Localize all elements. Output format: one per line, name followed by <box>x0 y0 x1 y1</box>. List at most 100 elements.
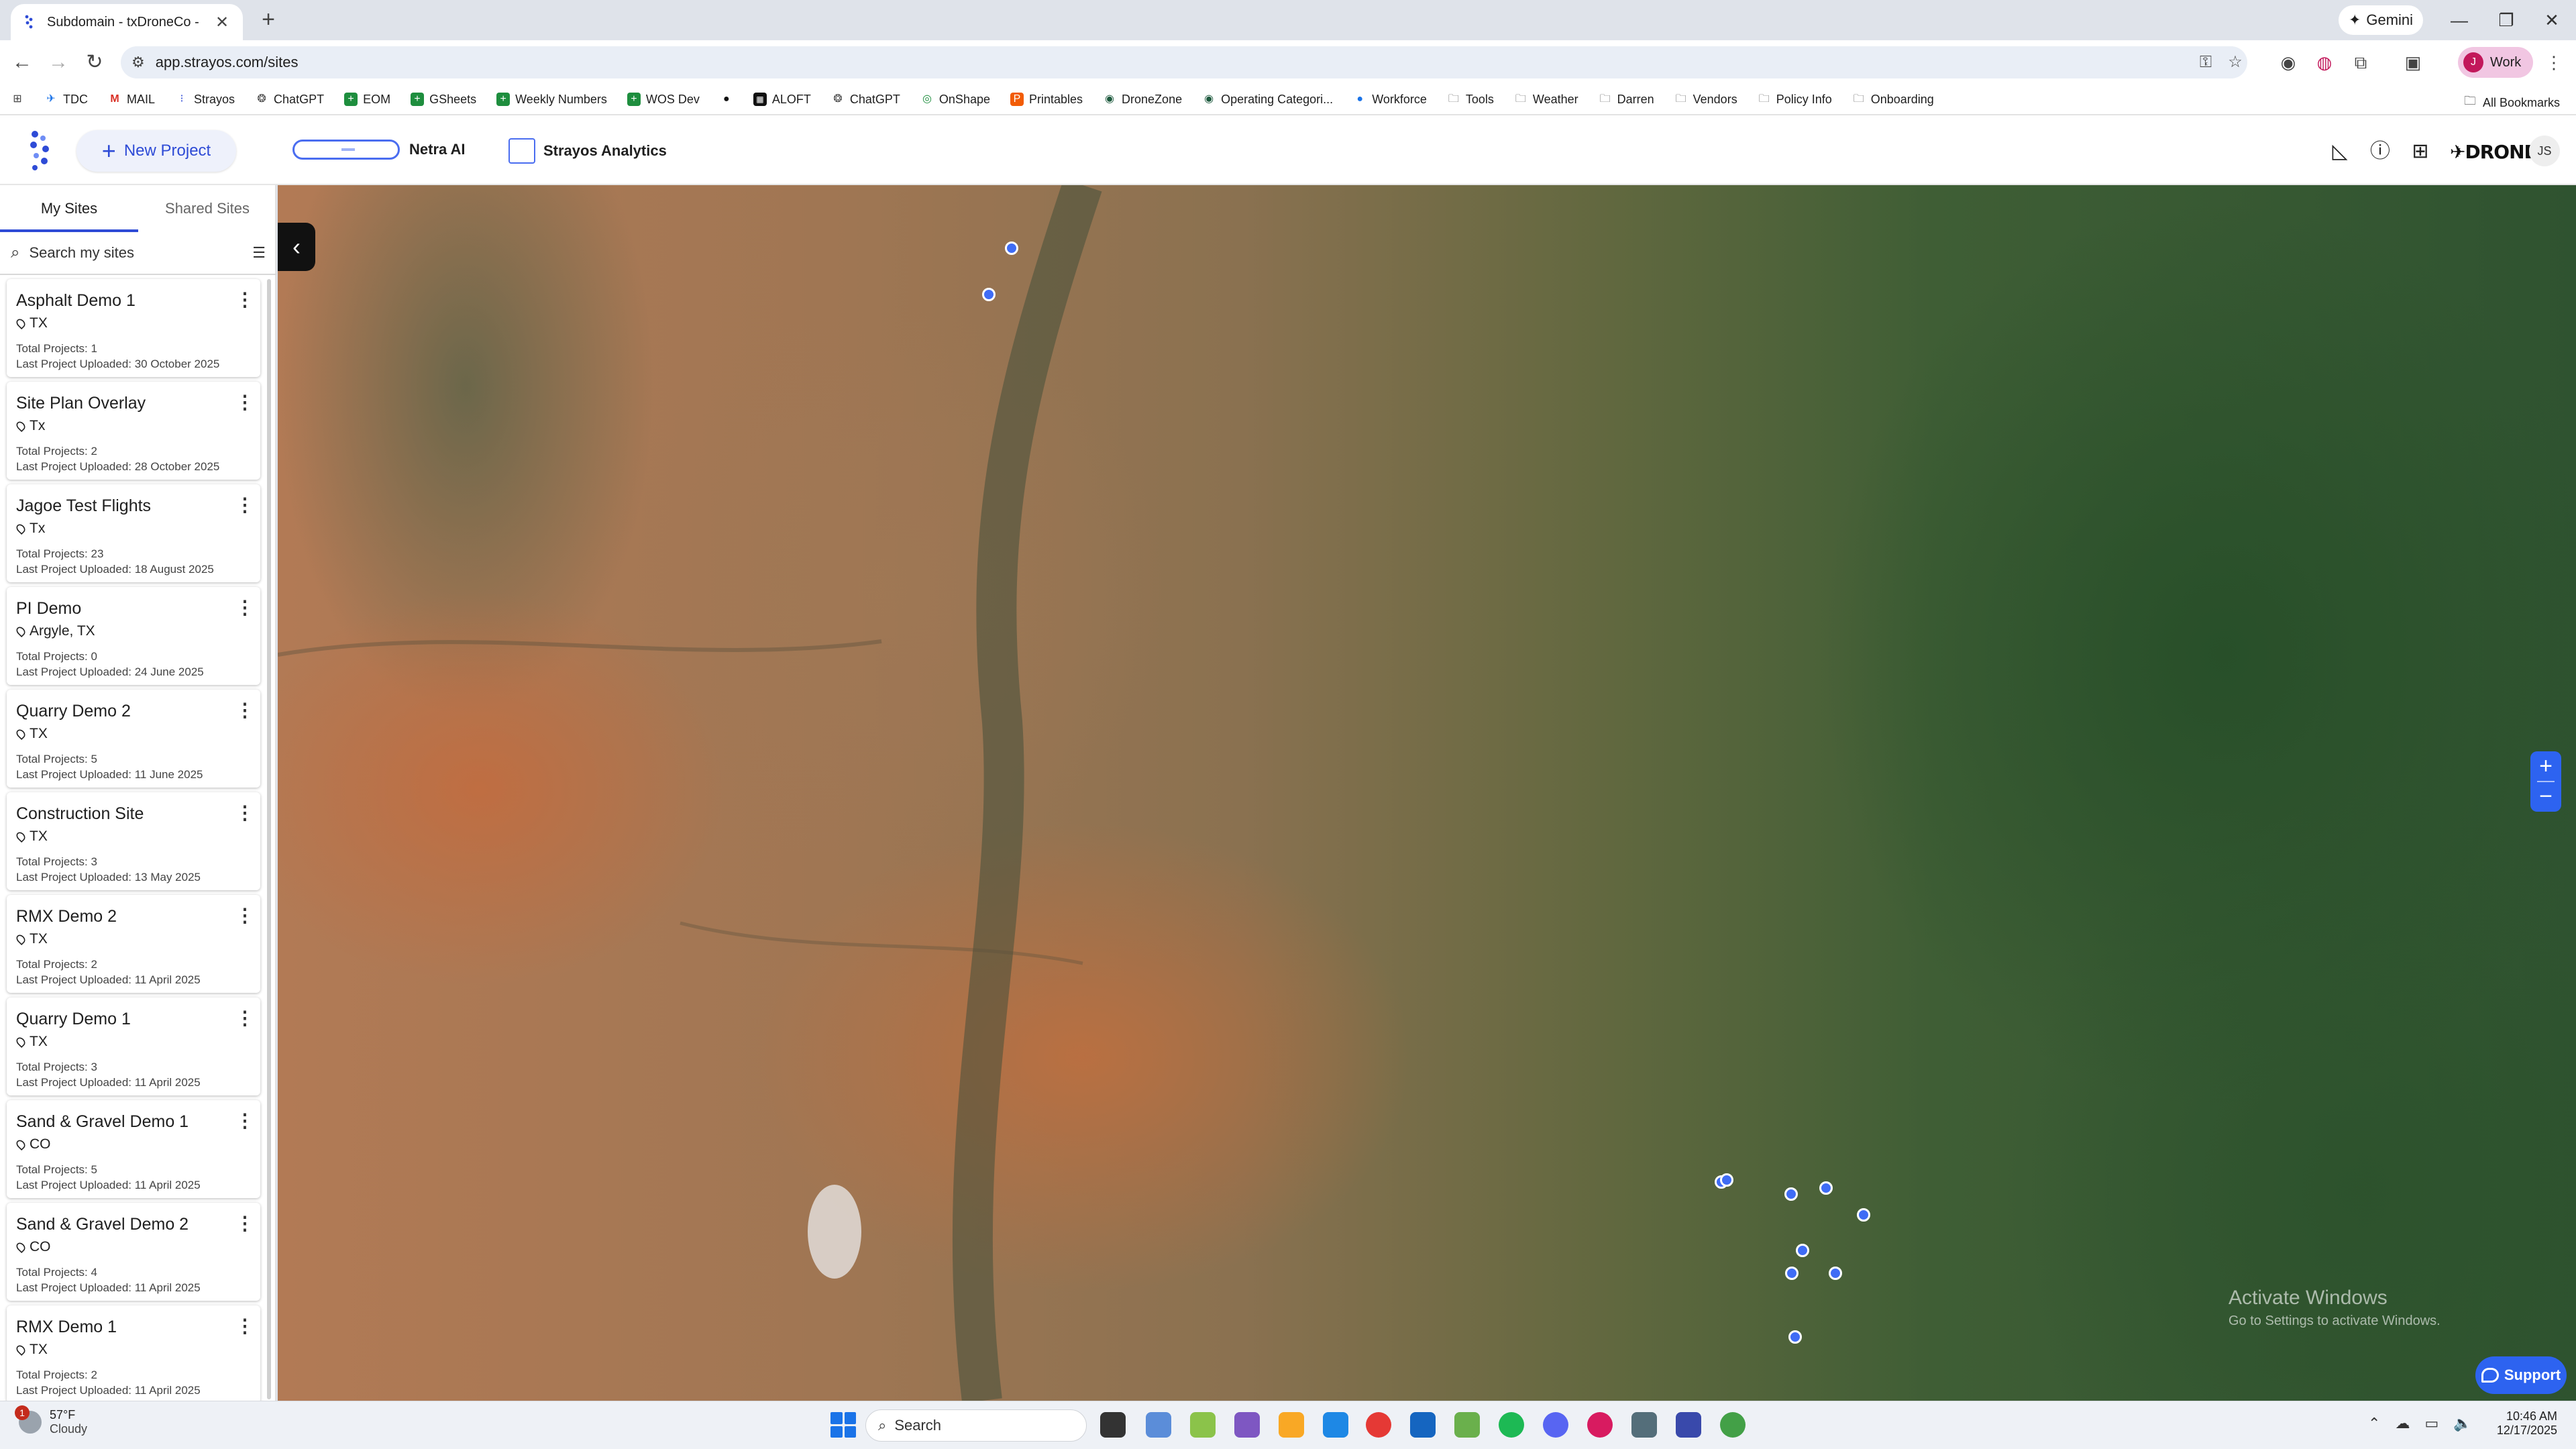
site-marker[interactable] <box>1005 241 1018 255</box>
more-options-icon[interactable]: ⋮ <box>235 495 255 515</box>
bookmark-onshape[interactable]: ◎ OnShape <box>920 93 990 107</box>
site-marker[interactable] <box>1788 1330 1802 1344</box>
chrome-profile-icon[interactable] <box>1587 1412 1613 1438</box>
site-card[interactable]: Quarry Demo 1 ⋮ TX Total Projects: 3 Last Pr… <box>7 998 260 1095</box>
gemini-button[interactable]: ✦ Gemini <box>2339 5 2423 35</box>
site-marker[interactable] <box>1796 1244 1809 1257</box>
bookmark-folder-darren[interactable]: 🗀 Darren <box>1599 93 1654 107</box>
browser-menu-icon[interactable]: ⋮ <box>2541 50 2567 75</box>
bookmark-folder-vendors[interactable]: 🗀 Vendors <box>1674 93 1737 107</box>
discord-icon[interactable] <box>1543 1412 1568 1438</box>
site-marker[interactable] <box>982 288 996 301</box>
network-icon[interactable]: ▭ <box>2424 1415 2438 1432</box>
sort-filter-icon[interactable]: ☰ <box>252 244 266 262</box>
site-card[interactable]: Asphalt Demo 1 ⋮ TX Total Projects: 1 Last P… <box>7 279 260 377</box>
back-arrow-icon[interactable]: ← <box>7 47 38 78</box>
notepad-icon[interactable] <box>1190 1412 1216 1438</box>
zoom-out-button[interactable]: − <box>2530 782 2561 812</box>
bookmark-operating-categories[interactable]: ◉ Operating Categori... <box>1202 93 1333 107</box>
bookmark-dronezone[interactable]: ◉ DroneZone <box>1103 93 1182 107</box>
more-options-icon[interactable]: ⋮ <box>235 1214 255 1234</box>
bookmark-star-icon[interactable]: ☆ <box>2226 53 2245 72</box>
bookmark-folder-policy-info[interactable]: 🗀 Policy Info <box>1758 93 1832 107</box>
site-marker[interactable] <box>1785 1267 1799 1280</box>
site-card[interactable]: Sand & Gravel Demo 2 ⋮ CO Total Projects: 4… <box>7 1203 260 1301</box>
bookmark-tdc[interactable]: ✈ TDC <box>44 93 88 107</box>
volume-icon[interactable]: 🔈 <box>2453 1415 2471 1432</box>
profile-button[interactable]: J Work <box>2458 47 2533 78</box>
site-marker[interactable] <box>1829 1267 1842 1280</box>
system-clock[interactable]: 10:46 AM 12/17/2025 <box>2496 1409 2557 1438</box>
zoom-in-button[interactable]: + <box>2530 751 2561 782</box>
bookmark-workforce[interactable]: ● Workforce <box>1353 93 1427 107</box>
cloud-sync-icon[interactable]: ☁ <box>2395 1415 2410 1432</box>
collapse-sidebar-button[interactable]: ‹ <box>278 223 315 271</box>
more-options-icon[interactable]: ⋮ <box>235 290 255 310</box>
window-minimize-button[interactable]: — <box>2439 5 2479 35</box>
more-options-icon[interactable]: ⋮ <box>235 392 255 413</box>
browser-tab-active[interactable]: Subdomain - txDroneCo - Dem ✕ <box>11 4 243 40</box>
bookmark-folder-tools[interactable]: 🗀 Tools <box>1447 93 1494 107</box>
site-marker[interactable] <box>1720 1173 1733 1187</box>
help-icon[interactable]: ⓘ <box>2368 140 2392 164</box>
more-options-icon[interactable]: ⋮ <box>235 1316 255 1336</box>
snipping-tool-icon[interactable] <box>1146 1412 1171 1438</box>
chrome-icon[interactable] <box>1366 1412 1391 1438</box>
chevron-up-icon[interactable]: ⌃ <box>2368 1415 2380 1432</box>
netra-ai-button[interactable]: Netra AI <box>292 140 466 160</box>
site-card[interactable]: Site Plan Overlay ⋮ Tx Total Projects: 2 Las… <box>7 382 260 480</box>
window-restore-button[interactable]: ❐ <box>2486 5 2526 35</box>
store-icon[interactable] <box>1323 1412 1348 1438</box>
apps-grid-icon[interactable]: ⊞ <box>2408 140 2432 164</box>
site-card[interactable]: Sand & Gravel Demo 1 ⋮ CO Total Projects: 5… <box>7 1100 260 1198</box>
bookmark-folder-onboarding[interactable]: 🗀 Onboarding <box>1852 93 1934 107</box>
site-card[interactable]: Construction Site ⋮ TX Total Projects: 3 Las… <box>7 792 260 890</box>
extensions-puzzle-icon[interactable]: ⧉ <box>2348 50 2373 75</box>
more-options-icon[interactable]: ⋮ <box>235 906 255 926</box>
weather-widget[interactable]: 1 57°F Cloudy <box>15 1405 87 1436</box>
more-options-icon[interactable]: ⋮ <box>235 700 255 720</box>
site-info-icon[interactable]: ⚙ <box>131 54 145 71</box>
user-avatar[interactable]: JS <box>2529 136 2560 166</box>
site-marker[interactable] <box>1857 1208 1870 1222</box>
bookmark-mail[interactable]: M MAIL <box>108 93 155 107</box>
tab-my-sites[interactable]: My Sites <box>0 185 138 232</box>
copilot-icon[interactable] <box>1234 1412 1260 1438</box>
chrome-profile-icon[interactable] <box>1720 1412 1746 1438</box>
site-card[interactable]: RMX Demo 1 ⋮ TX Total Projects: 2 Last Proje… <box>7 1305 260 1403</box>
new-tab-button[interactable]: + <box>255 7 282 34</box>
password-key-icon[interactable]: ⚿ <box>2196 53 2215 72</box>
tab-shared-sites[interactable]: Shared Sites <box>138 185 276 232</box>
strayos-analytics-button[interactable]: Strayos Analytics <box>508 138 667 164</box>
bookmark-aloft[interactable]: ▦ ALOFT <box>753 93 811 107</box>
bookmark-wos-dev[interactable]: + WOS Dev <box>627 93 700 107</box>
bookmark-chatgpt[interactable]: ❂ ChatGPT <box>255 93 324 107</box>
calculator-icon[interactable] <box>1410 1412 1436 1438</box>
bookmark-strayos[interactable]: ⁝ Strayos <box>175 93 235 107</box>
side-panel-icon[interactable]: ▣ <box>2400 50 2426 75</box>
bookmark-github[interactable]: ● <box>720 93 733 106</box>
more-options-icon[interactable]: ⋮ <box>235 598 255 618</box>
apps-grid-icon[interactable]: ⊞ <box>11 93 24 106</box>
site-marker[interactable] <box>1784 1187 1798 1201</box>
more-options-icon[interactable]: ⋮ <box>235 1111 255 1131</box>
more-options-icon[interactable]: ⋮ <box>235 803 255 823</box>
windows-start-icon[interactable] <box>830 1412 856 1438</box>
reload-icon[interactable]: ↻ <box>79 47 110 78</box>
file-explorer-icon[interactable] <box>1279 1412 1304 1438</box>
site-card[interactable]: RMX Demo 2 ⋮ TX Total Projects: 2 Last Proje… <box>7 895 260 993</box>
satellite-map[interactable]: ‹ + − Activate Windows Go to Settings to… <box>278 185 2576 1401</box>
app-icon[interactable] <box>1676 1412 1701 1438</box>
more-options-icon[interactable]: ⋮ <box>235 1008 255 1028</box>
all-bookmarks-button[interactable]: 🗀 All Bookmarks <box>2464 93 2560 113</box>
task-view-icon[interactable] <box>1100 1412 1126 1438</box>
address-bar[interactable]: ⚙ app.strayos.com/sites <box>121 46 2247 78</box>
window-close-button[interactable]: ✕ <box>2532 5 2572 35</box>
forward-arrow-icon[interactable]: → <box>43 47 74 78</box>
site-card[interactable]: PI Demo ⋮ Argyle, TX Total Projects: 0 Last … <box>7 587 260 685</box>
strayos-logo-icon[interactable] <box>25 129 55 173</box>
site-card[interactable]: Jagoe Test Flights ⋮ Tx Total Projects: 23 L… <box>7 484 260 582</box>
new-project-button[interactable]: + New Project <box>76 130 236 172</box>
extension-icon[interactable]: ◉ <box>2275 50 2301 75</box>
taskbar-search[interactable]: ⌕ Search <box>865 1409 1087 1442</box>
